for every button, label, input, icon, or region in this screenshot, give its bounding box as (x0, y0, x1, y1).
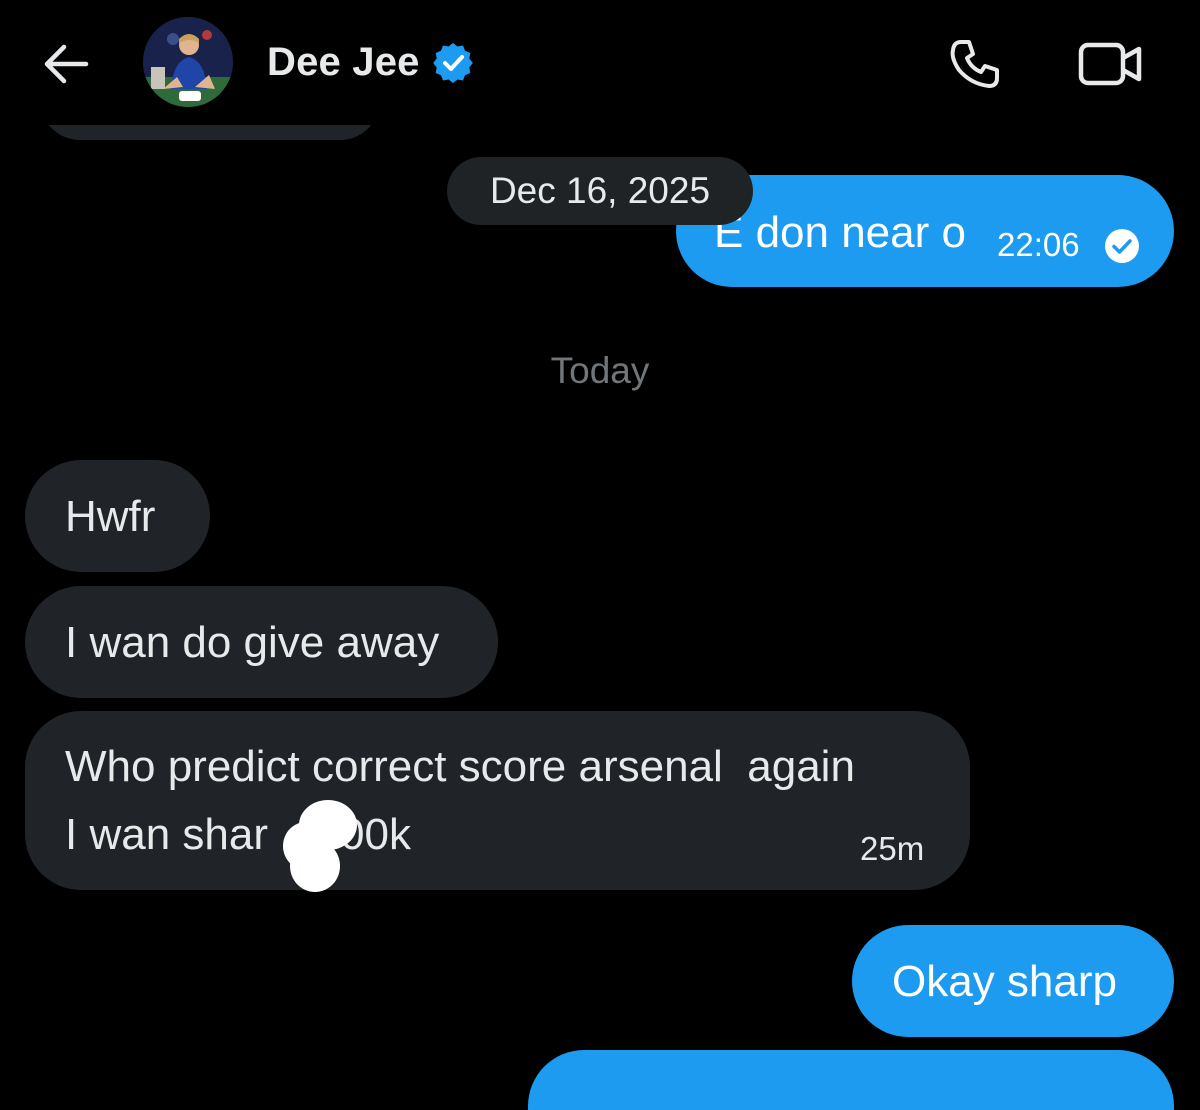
message-text: Okay sharp (892, 957, 1117, 1006)
message-text-line-1: Who predict correct score arsenal again (65, 742, 855, 791)
call-button[interactable] (945, 34, 1005, 94)
avatar-photo (143, 17, 233, 107)
message-text: Hwfr (65, 492, 156, 541)
message-time: 22:06 (997, 226, 1080, 263)
day-separator: Today (550, 350, 650, 391)
chat-header: Dee Jee (0, 0, 1200, 125)
avatar[interactable] (143, 17, 233, 107)
arrow-left-icon (44, 44, 89, 84)
video-call-button[interactable] (1075, 34, 1145, 94)
message-time: 25m (860, 830, 925, 867)
message-bubble-incoming[interactable] (25, 711, 970, 890)
message-text-line-2: I wan shar (65, 810, 268, 859)
verified-badge-icon (433, 43, 473, 83)
back-button[interactable] (40, 38, 92, 90)
read-receipt-icon (1105, 229, 1139, 263)
date-chip: Dec 16, 2025 (447, 157, 753, 225)
phone-icon (950, 40, 999, 88)
message-text: E don near o (714, 208, 966, 257)
redaction-scribble (290, 840, 340, 892)
contact-name[interactable]: Dee Jee (267, 38, 420, 86)
video-camera-icon (1078, 42, 1142, 86)
message-text: I wan do give away (65, 618, 440, 667)
message-bubble-outgoing-partial (528, 1050, 1174, 1110)
